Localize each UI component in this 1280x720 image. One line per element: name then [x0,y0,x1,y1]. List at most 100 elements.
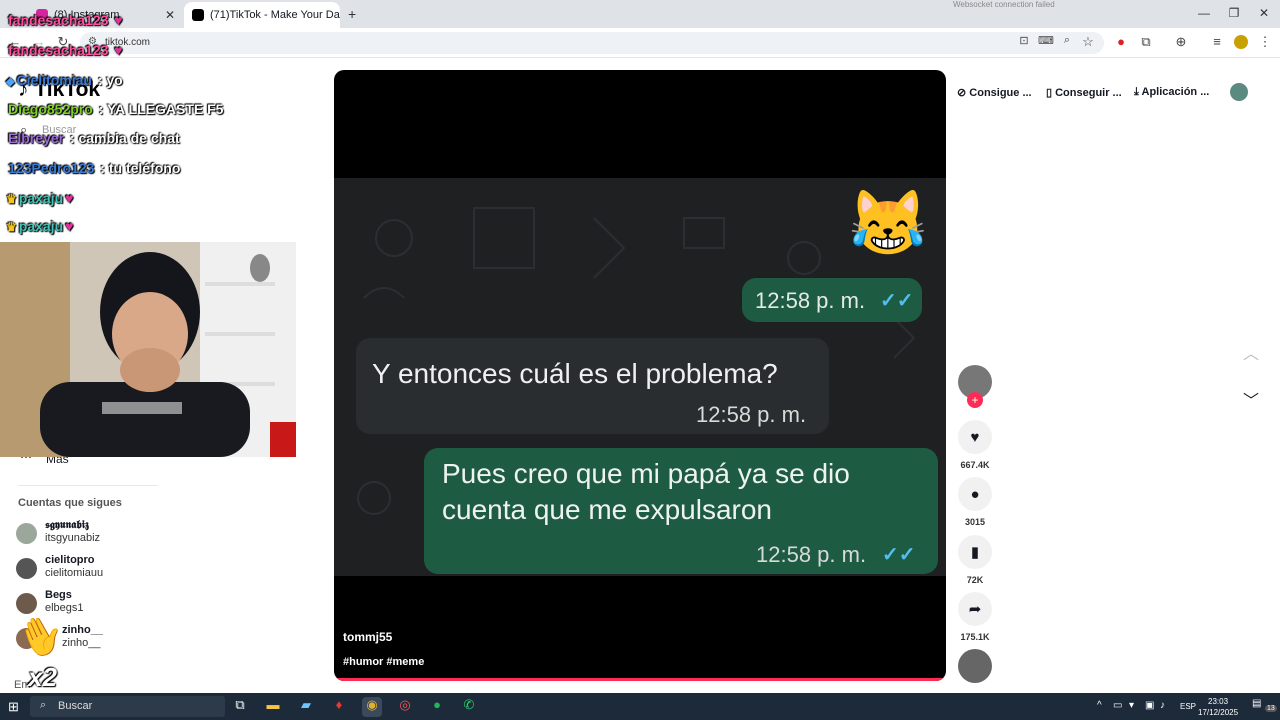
task-view-icon[interactable]: ⧉ [230,697,250,717]
bookmark-star-icon[interactable]: ☆ [1079,34,1097,50]
minimize-icon[interactable]: — [1194,6,1214,20]
account-name: 𝖘𝖌𝖞𝖚𝖓𝖆𝖇𝖎𝖟 [45,519,89,531]
chat-message: Elbreyer : cambia de chat [6,130,180,146]
notepad-icon[interactable]: ▰ [296,697,316,717]
following-account[interactable]: 𝖘𝖌𝖞𝖚𝖓𝖆𝖇𝖎𝖟 itsgyunabiz [16,519,176,549]
chat-message: fandesacha123 ♥ [6,12,123,28]
save-count: 72K [966,575,984,585]
desktop-app-link[interactable]: ⤓ Aplicación ... [1134,86,1209,99]
following-header: Cuentas que sigues [18,497,122,509]
chevron-up-icon[interactable]: ︿ [1238,340,1264,366]
file-explorer-icon[interactable]: ▬ [263,697,283,717]
avatar [16,593,37,614]
message-text: Y entonces cuál es el problema? [372,358,778,389]
extensions-icon[interactable]: ⧉ [1137,34,1155,50]
chat-username: Elbreyer [8,130,65,146]
language-indicator[interactable]: ESP [1180,702,1196,711]
chevron-down-icon[interactable]: ﹀ [1238,387,1264,413]
tab-title: (71)TikTok - Make Your Day [210,9,340,21]
comment-button[interactable]: ● 3015 [958,477,992,527]
heart-icon: ♥ [114,42,123,58]
chat-message: 123Pedro123 : tu teléfono [6,160,180,176]
adblock-icon[interactable]: ● [1112,34,1130,49]
crown-icon: ♛ [6,220,17,234]
chat-text: : yo [93,72,123,88]
chat-username: paxaju [18,190,64,206]
heart-icon: ♥ [65,218,74,234]
like-count: 667.4K [960,460,990,470]
message-bubble-out: Pues creo que mi papá ya se dio cuenta q… [424,448,938,574]
message-bubble-out: 12:58 p. m. ✓✓ [742,278,922,322]
taskbar-search[interactable]: Buscar [30,696,225,717]
menu-icon[interactable]: ⋮ [1256,34,1274,50]
account-user: itsgyunabiz [45,532,101,544]
follow-plus-icon[interactable]: + [967,392,983,408]
webcam-image [0,242,296,457]
video-player[interactable]: 😹 12:58 p. m. ✓✓ Y entonces cuál es el p… [334,70,946,681]
get-coins-link[interactable]: ⊘ Consigue ... [957,86,1032,99]
chat-username: paxaju [18,218,64,234]
heart-icon: ♥ [65,190,74,206]
multiplier-badge: x2 [28,662,57,692]
spotify-icon[interactable]: ● [427,697,447,717]
restore-icon[interactable]: ❐ [1224,6,1244,20]
heart-icon: ♥ [958,420,992,454]
tiktok-icon [192,9,204,21]
account-name: Begs [45,589,72,601]
tab-tiktok[interactable]: (71)TikTok - Make Your Day ✕ [184,2,340,28]
chat-username: 123Pedro123 [8,160,95,176]
comment-icon: ● [958,477,992,511]
streamer-webcam [0,242,296,457]
music-disc-icon [958,649,992,683]
save-button[interactable]: ▮ 72K [958,535,992,585]
chat-message: fandesacha123 ♥ [6,42,123,58]
media-icon[interactable]: ⊕ [1172,34,1190,50]
zoom-icon[interactable]: ⌕ [1058,34,1076,47]
websocket-status: Websocket connection failed [953,0,1055,9]
chrome-icon[interactable]: ◉ [362,697,382,717]
translate-icon[interactable]: ⌨ [1037,34,1055,47]
share-button[interactable]: ➦ 175.1K [958,592,992,642]
notification-count: 13 [1265,705,1277,712]
microphone-icon[interactable]: ▾ [1129,700,1134,711]
queue-icon[interactable]: ≡ [1208,34,1226,49]
like-button[interactable]: ♥ 667.4K [958,420,992,470]
close-window-icon[interactable]: ✕ [1254,6,1274,20]
whatsapp-icon[interactable]: ✆ [459,697,479,717]
chat-screenshot: 😹 12:58 p. m. ✓✓ Y entonces cuál es el p… [334,178,946,576]
install-app-icon[interactable]: ⊡ [1015,34,1033,47]
following-account[interactable]: cielitopro cielitomiauu [16,554,176,584]
video-progress-bar[interactable] [334,678,946,681]
link-label: Conseguir ... [1055,87,1122,99]
windows-start-icon[interactable]: ⊞ [8,699,19,715]
clock-date: 17/12/2025 [1198,708,1239,717]
user-avatar[interactable] [1230,83,1248,101]
profile-avatar[interactable] [1234,35,1248,49]
bookmark-icon: ▮ [958,535,992,569]
address-bar[interactable] [80,32,1104,54]
chat-username: Cielitomiau [16,72,92,88]
creator-avatar[interactable]: + [958,365,992,408]
new-tab-button[interactable]: + [348,6,356,22]
chat-message: ♛ paxaju ♥ [6,190,73,206]
tray-chevron-icon[interactable]: ^ [1097,700,1102,711]
link-label: Consigue ... [969,87,1032,99]
get-app-link[interactable]: ▯ Conseguir ... [1046,86,1122,99]
close-icon[interactable]: ✕ [165,8,175,22]
account-name: cielitopro [45,554,95,566]
double-check-icon: ✓✓ [880,290,914,312]
divider [18,485,158,486]
system-clock[interactable]: 23:03 17/12/2025 [1198,696,1238,718]
video-author[interactable]: tommj55 [343,630,392,644]
network-icon[interactable]: ▣ [1145,700,1154,711]
notifications-icon[interactable]: ▤ [1252,698,1261,709]
message-text: Pues creo que mi papá ya se dio cuenta q… [442,458,850,525]
obs-icon[interactable]: ◎ [395,697,415,717]
account-name: zinho__ [62,624,103,636]
tray-icon[interactable]: ▭ [1113,700,1122,711]
video-hashtags[interactable]: #humor #meme [343,656,424,668]
chat-message: ♛ paxaju ♥ [6,218,73,234]
sound-disc[interactable] [958,649,992,683]
volume-icon[interactable]: ♪ [1160,700,1165,711]
app-icon[interactable]: ♦ [329,697,349,717]
